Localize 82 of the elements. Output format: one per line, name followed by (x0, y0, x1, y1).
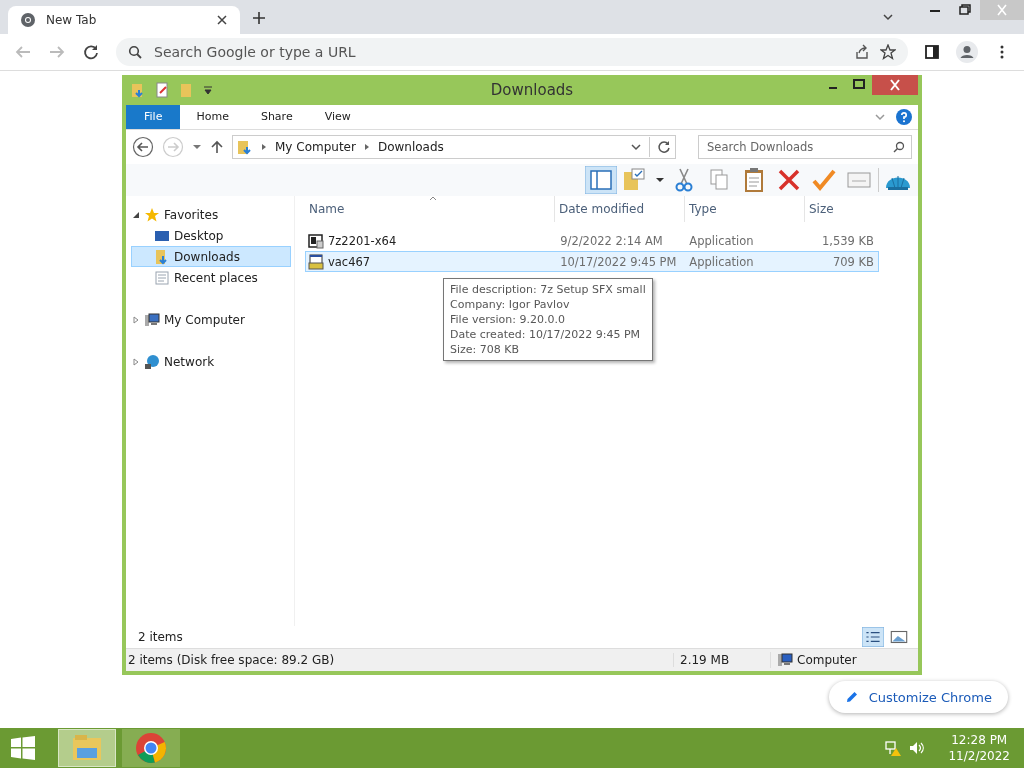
pencil-icon (844, 690, 859, 704)
browser-tab[interactable]: New Tab (8, 6, 240, 34)
table-cell-text: 1,539 KB (821, 233, 875, 248)
address-input[interactable]: Search Google or type a URL (152, 43, 844, 61)
star-icon[interactable] (880, 44, 896, 60)
search-icon (128, 45, 142, 59)
network-icon (144, 353, 160, 370)
breadcrumb-item[interactable]: Downloads (377, 140, 444, 154)
share-icon[interactable] (854, 44, 870, 60)
star-icon (144, 206, 160, 223)
table-cell-text: Application (688, 233, 755, 248)
column-header[interactable]: Date modified (555, 196, 685, 222)
file-row[interactable]: vac467 10/17/2022 9:45 PM Application 709 KB (305, 251, 879, 272)
tooltip-line: File version: 9.20.0.0 (450, 312, 566, 327)
nav-item[interactable]: Network (131, 351, 291, 372)
chevron-down-icon[interactable] (882, 11, 894, 23)
up-arrow-icon[interactable] (210, 140, 224, 154)
collapse-icon[interactable] (132, 210, 140, 219)
properties-icon[interactable] (154, 82, 170, 98)
taskbar-app[interactable] (122, 729, 180, 767)
installer-icon (308, 253, 324, 270)
window-title: Downloads (489, 81, 575, 99)
nav-item[interactable]: Desktop (131, 225, 291, 246)
preview-pane-icon[interactable] (585, 166, 617, 194)
details-view-icon[interactable] (862, 627, 884, 647)
ribbon-tab[interactable]: Share (244, 105, 309, 129)
ribbon-tab[interactable]: File (126, 105, 181, 129)
windows-logo-icon[interactable] (10, 735, 36, 761)
item-count: 2 items (138, 630, 183, 644)
refresh-icon[interactable] (657, 140, 671, 154)
close-icon[interactable] (216, 14, 228, 26)
profile-icon[interactable] (956, 41, 978, 63)
chevron-right-icon[interactable] (362, 143, 371, 151)
status-text: Computer (797, 653, 857, 667)
address-bar[interactable]: Search Google or type a URL (116, 38, 908, 66)
file-name: 7z2201-x64 (328, 233, 397, 248)
search-field[interactable]: Search Downloads (698, 135, 912, 159)
dropdown-icon[interactable] (202, 84, 214, 96)
column-header[interactable]: Type (685, 196, 805, 222)
reload-icon[interactable] (82, 43, 100, 61)
tab-title: New Tab (46, 13, 98, 27)
chevron-right-icon[interactable] (260, 143, 268, 151)
downloads-icon (154, 248, 170, 265)
file-name: vac467 (328, 254, 371, 269)
help-icon[interactable] (896, 109, 912, 125)
back-icon[interactable] (132, 136, 154, 158)
computer-icon (777, 652, 793, 668)
tooltip-line: Size: 708 KB (450, 342, 521, 357)
nav-item[interactable]: Downloads (131, 246, 291, 267)
address-bar[interactable]: My Computer Downloads (232, 135, 676, 159)
ribbon-tab[interactable]: View (308, 105, 367, 129)
side-panel-icon[interactable] (924, 44, 940, 60)
nav-item[interactable]: Favorites (131, 204, 291, 225)
customize-chrome-button[interactable]: Customize Chrome (828, 681, 1008, 713)
dropdown-icon[interactable] (655, 175, 665, 185)
folder-icon[interactable] (130, 82, 146, 98)
breadcrumb-item[interactable]: My Computer (275, 140, 356, 154)
folder-icon (237, 139, 253, 155)
chevron-down-icon[interactable] (630, 141, 642, 153)
ribbon-tab[interactable]: Home (180, 105, 245, 129)
expand-icon[interactable] (132, 357, 140, 366)
table-cell-text: 709 KB (831, 254, 875, 269)
status-text: 2.19 MB (673, 653, 770, 667)
tooltip-line: Company: Igor Pavlov (450, 297, 571, 312)
table-cell-text: 9/2/2022 2:14 AM (559, 233, 664, 248)
expand-icon[interactable] (132, 315, 140, 324)
nav-item[interactable]: My Computer (131, 309, 291, 330)
computer-icon (144, 311, 160, 328)
archive-app-icon (308, 232, 324, 249)
nav-item[interactable]: Recent places (131, 267, 291, 288)
table-cell-text: Application (688, 254, 755, 269)
status-text: 2 items (Disk free space: 89.2 GB) (127, 653, 336, 667)
column-header[interactable]: Size (805, 196, 879, 222)
tooltip-line: File description: 7z Setup SFX small (450, 282, 646, 297)
tooltip-line: Date created: 10/17/2022 9:45 PM (450, 327, 642, 342)
file-row[interactable]: 7z2201-x64 9/2/2022 2:14 AM Application 1,539 KB (305, 230, 879, 251)
search-icon (893, 141, 905, 153)
recent-icon (154, 269, 170, 286)
table-cell-text: 10/17/2022 9:45 PM (559, 254, 678, 269)
close-icon[interactable] (872, 75, 918, 95)
new-tab-icon[interactable] (252, 11, 266, 25)
column-header[interactable]: Name (305, 196, 555, 222)
